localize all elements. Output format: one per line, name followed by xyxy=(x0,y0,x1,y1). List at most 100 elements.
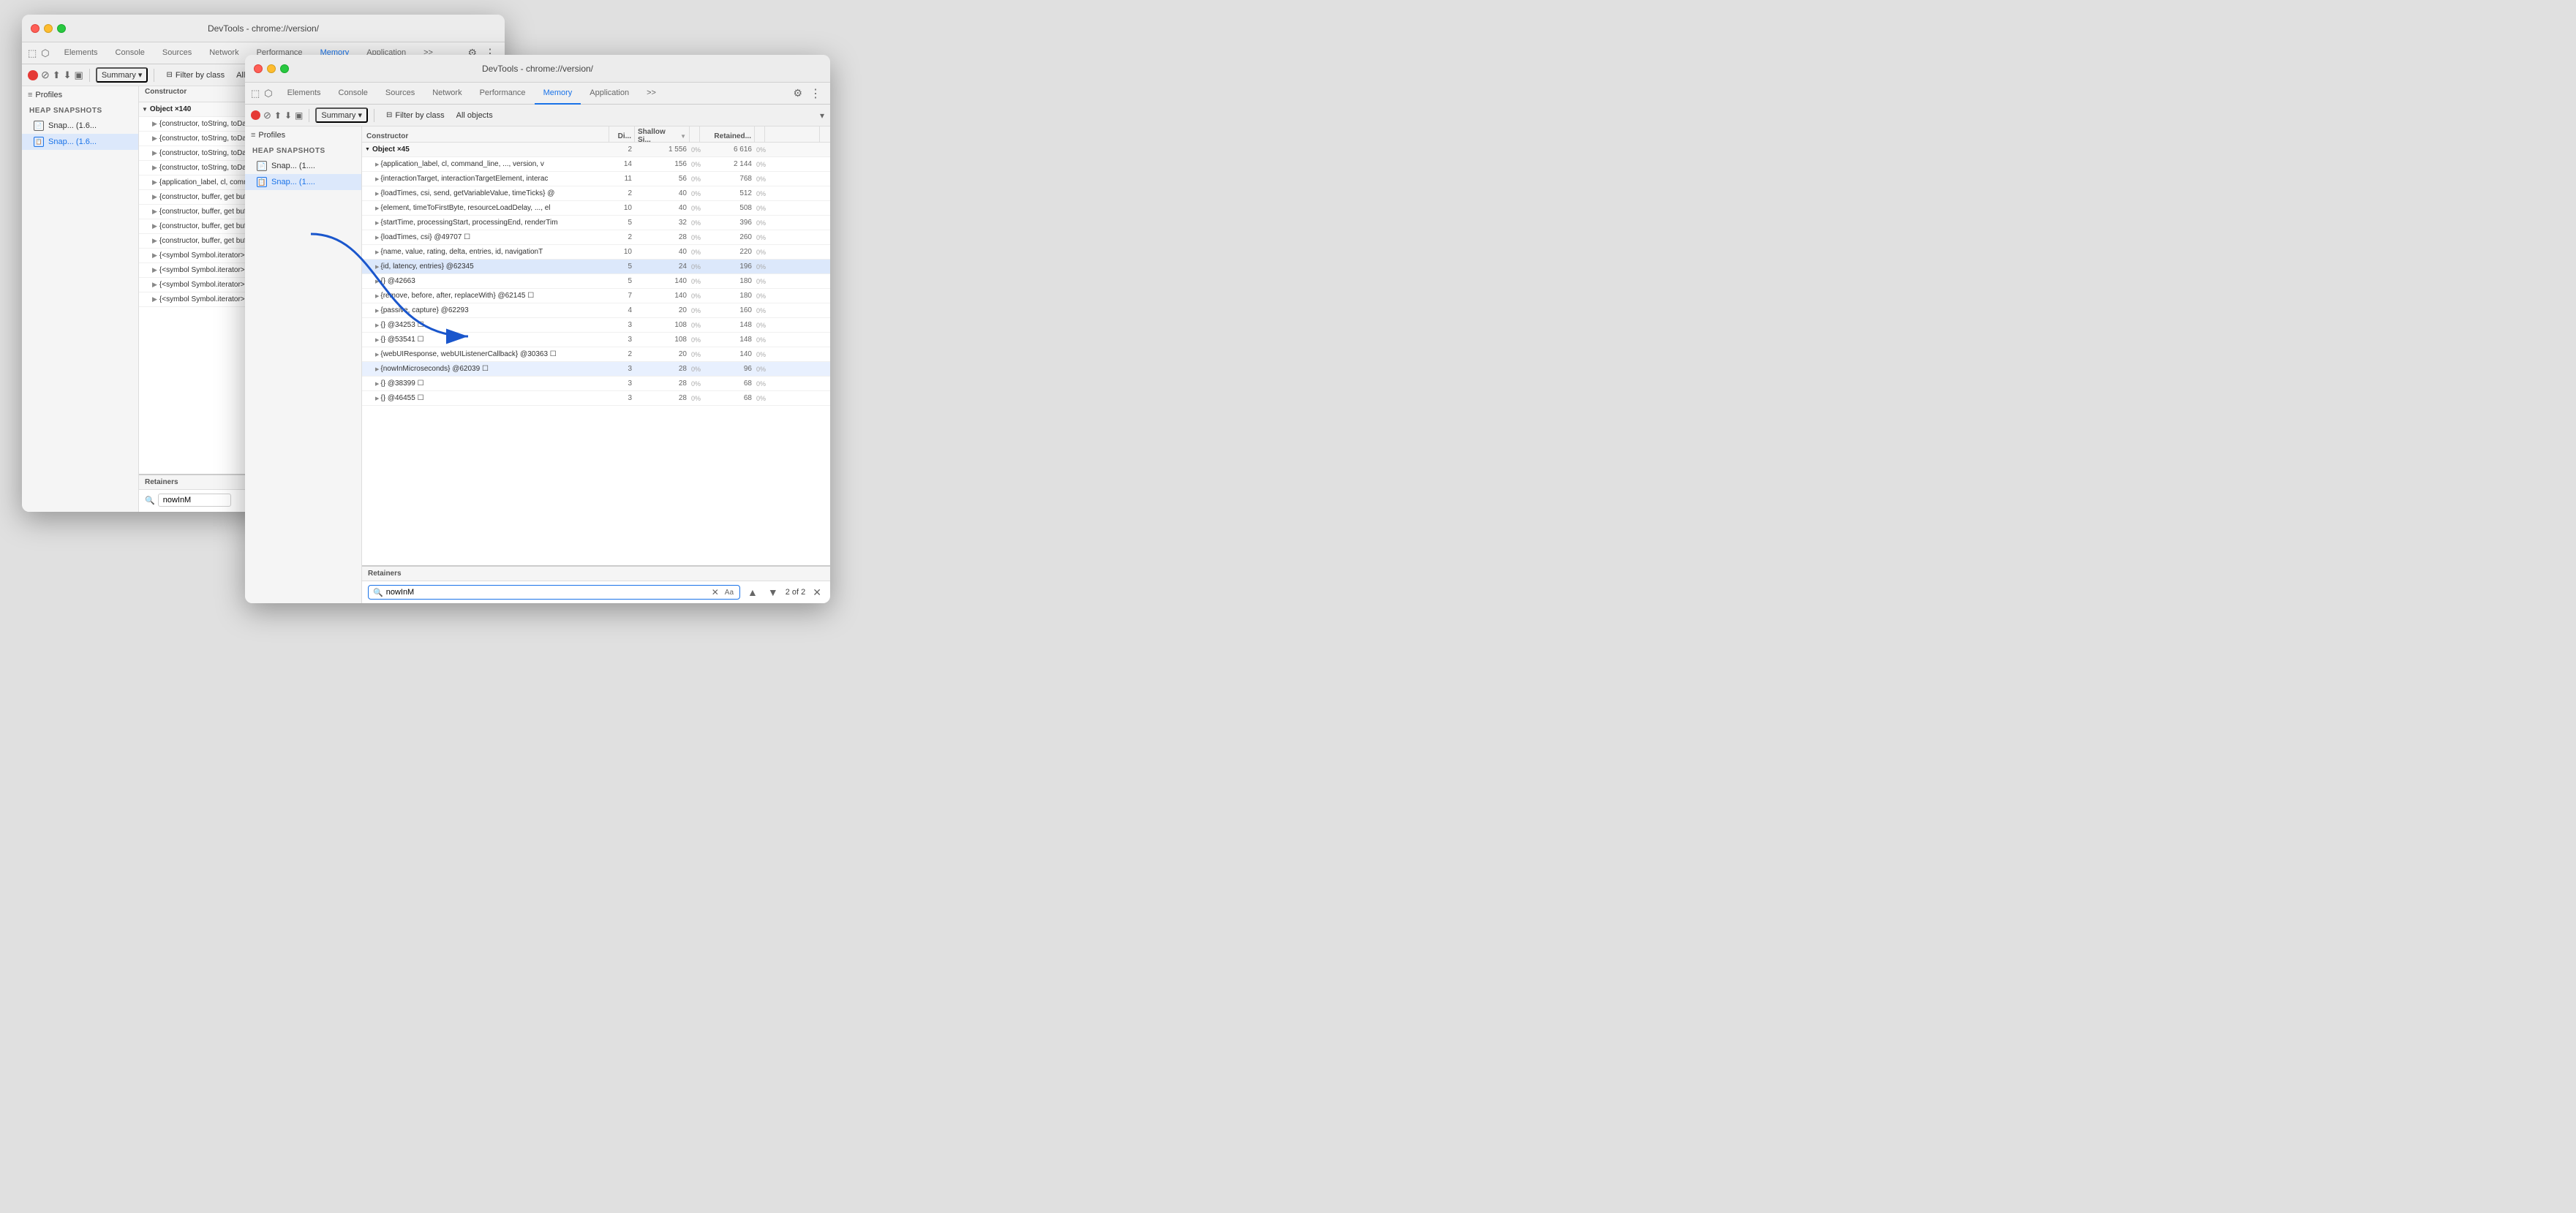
filter-label-2: Filter by class xyxy=(395,111,444,120)
tab-sources-2[interactable]: Sources xyxy=(377,83,423,105)
tab-elements-1[interactable]: Elements xyxy=(56,42,107,64)
table-row-2-13[interactable]: ▶ {} @53541 ☐ 3 108 0% 148 0% xyxy=(362,333,830,347)
traffic-lights-1 xyxy=(31,24,66,33)
filter-class-btn-2[interactable]: ⊟ Filter by class xyxy=(380,110,451,121)
tab-console-2[interactable]: Console xyxy=(330,83,377,105)
record-icon-1[interactable] xyxy=(28,70,38,80)
minimize-button-1[interactable] xyxy=(44,24,53,33)
collapse-icon-1: ▼ xyxy=(142,106,148,113)
tab-application-2[interactable]: Application xyxy=(581,83,638,105)
object-group-label-1: Object ×140 xyxy=(150,105,191,113)
retainer-search-input-1[interactable] xyxy=(158,494,231,507)
heap-snapshots-section-2: Heap snapshots xyxy=(245,141,361,158)
upload-icon-1[interactable]: ⬆ xyxy=(53,69,61,81)
filter-class-btn-1[interactable]: ⊟ Filter by class xyxy=(160,69,230,81)
filter-icon-sidebar-2: ≡ xyxy=(251,131,255,140)
download-icon-2[interactable]: ⬇ xyxy=(285,110,292,121)
titlebar-2: DevTools - chrome://version/ xyxy=(245,55,830,83)
close-button-2[interactable] xyxy=(254,64,263,73)
filter-icon-sidebar-1: ≡ xyxy=(28,91,32,99)
profiles-label-1: Profiles xyxy=(35,91,62,99)
tab-performance-2[interactable]: Performance xyxy=(471,83,535,105)
settings-icon-2[interactable]: ⚙ xyxy=(788,87,807,99)
maximize-button-2[interactable] xyxy=(280,64,289,73)
upload-icon-2[interactable]: ⬆ xyxy=(274,110,282,121)
table-row-2-4[interactable]: ▶ {element, timeToFirstByte, resourceLoa… xyxy=(362,201,830,216)
table-row-2-10[interactable]: ▶ {remove, before, after, replaceWith} @… xyxy=(362,289,830,303)
tab-sources-1[interactable]: Sources xyxy=(154,42,200,64)
summary-dropdown-1[interactable]: Summary ▾ xyxy=(96,67,148,83)
table-row-2-9[interactable]: ▶ {} @42663 5 140 0% 180 0% xyxy=(362,274,830,289)
object-group-cell-2: ▼ Object ×45 xyxy=(362,143,609,156)
devtools-window-2: DevTools - chrome://version/ ⬚ ⬡ Element… xyxy=(245,55,830,603)
inspect-icon-1[interactable]: ⬚ xyxy=(28,48,37,59)
search-down-btn[interactable]: ▼ xyxy=(765,585,781,600)
maximize-button-1[interactable] xyxy=(57,24,66,33)
table-row-2-11[interactable]: ▶ {passive, capture} @62293 4 20 0% 160 … xyxy=(362,303,830,318)
dropdown-arrow-2[interactable]: ▾ xyxy=(820,110,824,121)
case-sensitive-btn[interactable]: Aa xyxy=(723,589,735,597)
profile-icon-1-1: 📄 xyxy=(34,121,44,131)
inspect-icon-2[interactable]: ⬚ xyxy=(251,88,260,99)
summary-label-1: Summary xyxy=(102,71,136,80)
clear-search-btn[interactable]: ✕ xyxy=(710,587,720,597)
table-row-2-17[interactable]: ▶ {} @46455 ☐ 3 28 0% 68 0% xyxy=(362,391,830,406)
table-row-2-3[interactable]: ▶ {loadTimes, csi, send, getVariableValu… xyxy=(362,186,830,201)
close-button-1[interactable] xyxy=(31,24,39,33)
minimize-button-2[interactable] xyxy=(267,64,276,73)
table-row-2-5[interactable]: ▶ {startTime, processingStart, processin… xyxy=(362,216,830,230)
profile-icon-1-2: 📋 xyxy=(34,137,44,147)
more-icon-2[interactable]: ⋮ xyxy=(807,86,824,101)
profiles-header-1: ≡ Profiles xyxy=(22,86,138,101)
retainer-search-input-2[interactable] xyxy=(386,588,707,597)
stop-icon-1[interactable]: ⊘ xyxy=(41,69,50,81)
sidebar-2: ≡ Profiles Heap snapshots 📄 Snap... (1..… xyxy=(245,126,362,603)
chevron-down-icon-2: ▾ xyxy=(358,110,362,120)
tab-network-2[interactable]: Network xyxy=(423,83,470,105)
table-row-2-8[interactable]: ▶ {id, latency, entries} @62345 5 24 0% … xyxy=(362,260,830,274)
heap-table-2[interactable]: ▶ {application_label, cl, command_line, … xyxy=(362,157,830,565)
tab-memory-2[interactable]: Memory xyxy=(535,83,581,105)
tab-more-2[interactable]: >> xyxy=(638,83,665,105)
summary-dropdown-2[interactable]: Summary ▾ xyxy=(315,107,368,123)
object-group-row-2[interactable]: ▼ Object ×45 2 1 556 0% 6 616 0% xyxy=(362,143,830,157)
tab-console-1[interactable]: Console xyxy=(107,42,154,64)
table-row-2-14[interactable]: ▶ {webUIResponse, webUIListenerCallback}… xyxy=(362,347,830,362)
search-count-2: 2 of 2 xyxy=(786,588,806,597)
summary-label-2: Summary xyxy=(321,111,355,120)
snapshot-item-1-2[interactable]: 📋 Snap... (1.6... xyxy=(22,134,138,150)
device-icon-2[interactable]: ⬡ xyxy=(264,88,272,99)
snapshot-item-2-2[interactable]: 📋 Snap... (1.... xyxy=(245,174,361,190)
snapshot-label-2-2: Snap... (1.... xyxy=(271,178,315,186)
tab-network-1[interactable]: Network xyxy=(200,42,247,64)
retainers-title-2: Retainers xyxy=(362,567,830,581)
snapshot-item-2-1[interactable]: 📄 Snap... (1.... xyxy=(245,158,361,174)
devtools-body-2: ≡ Profiles Heap snapshots 📄 Snap... (1..… xyxy=(245,126,830,603)
download-icon-1[interactable]: ⬇ xyxy=(64,69,72,81)
table-header-2: Constructor Di... Shallow Si... ▼ Retain… xyxy=(362,126,830,143)
table-row-2-12[interactable]: ▶ {} @34253 ☐ 3 108 0% 148 0% xyxy=(362,318,830,333)
table-row-2-1[interactable]: ▶ {application_label, cl, command_line, … xyxy=(362,157,830,172)
clear-icon-2[interactable]: ▣ xyxy=(295,110,303,121)
table-row-2-16[interactable]: ▶ {} @38399 ☐ 3 28 0% 68 0% xyxy=(362,377,830,391)
record-icon-2[interactable] xyxy=(251,110,260,120)
sort-icon-shallow[interactable]: ▼ xyxy=(680,133,686,140)
search-up-btn[interactable]: ▲ xyxy=(745,585,761,600)
tab-elements-2[interactable]: Elements xyxy=(279,83,330,105)
table-row-2-6[interactable]: ▶ {loadTimes, csi} @49707 ☐ 2 28 0% 260 … xyxy=(362,230,830,245)
clear-icon-1[interactable]: ▣ xyxy=(75,69,83,81)
window-title-2: DevTools - chrome://version/ xyxy=(482,64,593,74)
table-row-2-2[interactable]: ▶ {interactionTarget, interactionTargetE… xyxy=(362,172,830,186)
close-search-btn[interactable]: ✕ xyxy=(810,586,824,599)
snapshot-label-1-2: Snap... (1.6... xyxy=(48,137,97,146)
filter-icon-2: ⊟ xyxy=(386,111,392,119)
snapshot-label-1-1: Snap... (1.6... xyxy=(48,121,97,130)
filter-icon-1: ⊟ xyxy=(166,71,172,79)
sep-1 xyxy=(89,69,90,82)
stop-icon-2[interactable]: ⊘ xyxy=(263,110,271,121)
table-row-2-15[interactable]: ▶ {nowInMicroseconds} @62039 ☐ 3 28 0% 9… xyxy=(362,362,830,377)
device-icon-1[interactable]: ⬡ xyxy=(41,48,49,59)
snapshot-item-1-1[interactable]: 📄 Snap... (1.6... xyxy=(22,118,138,134)
heap-snapshots-section-1: Heap snapshots xyxy=(22,101,138,118)
table-row-2-7[interactable]: ▶ {name, value, rating, delta, entries, … xyxy=(362,245,830,260)
